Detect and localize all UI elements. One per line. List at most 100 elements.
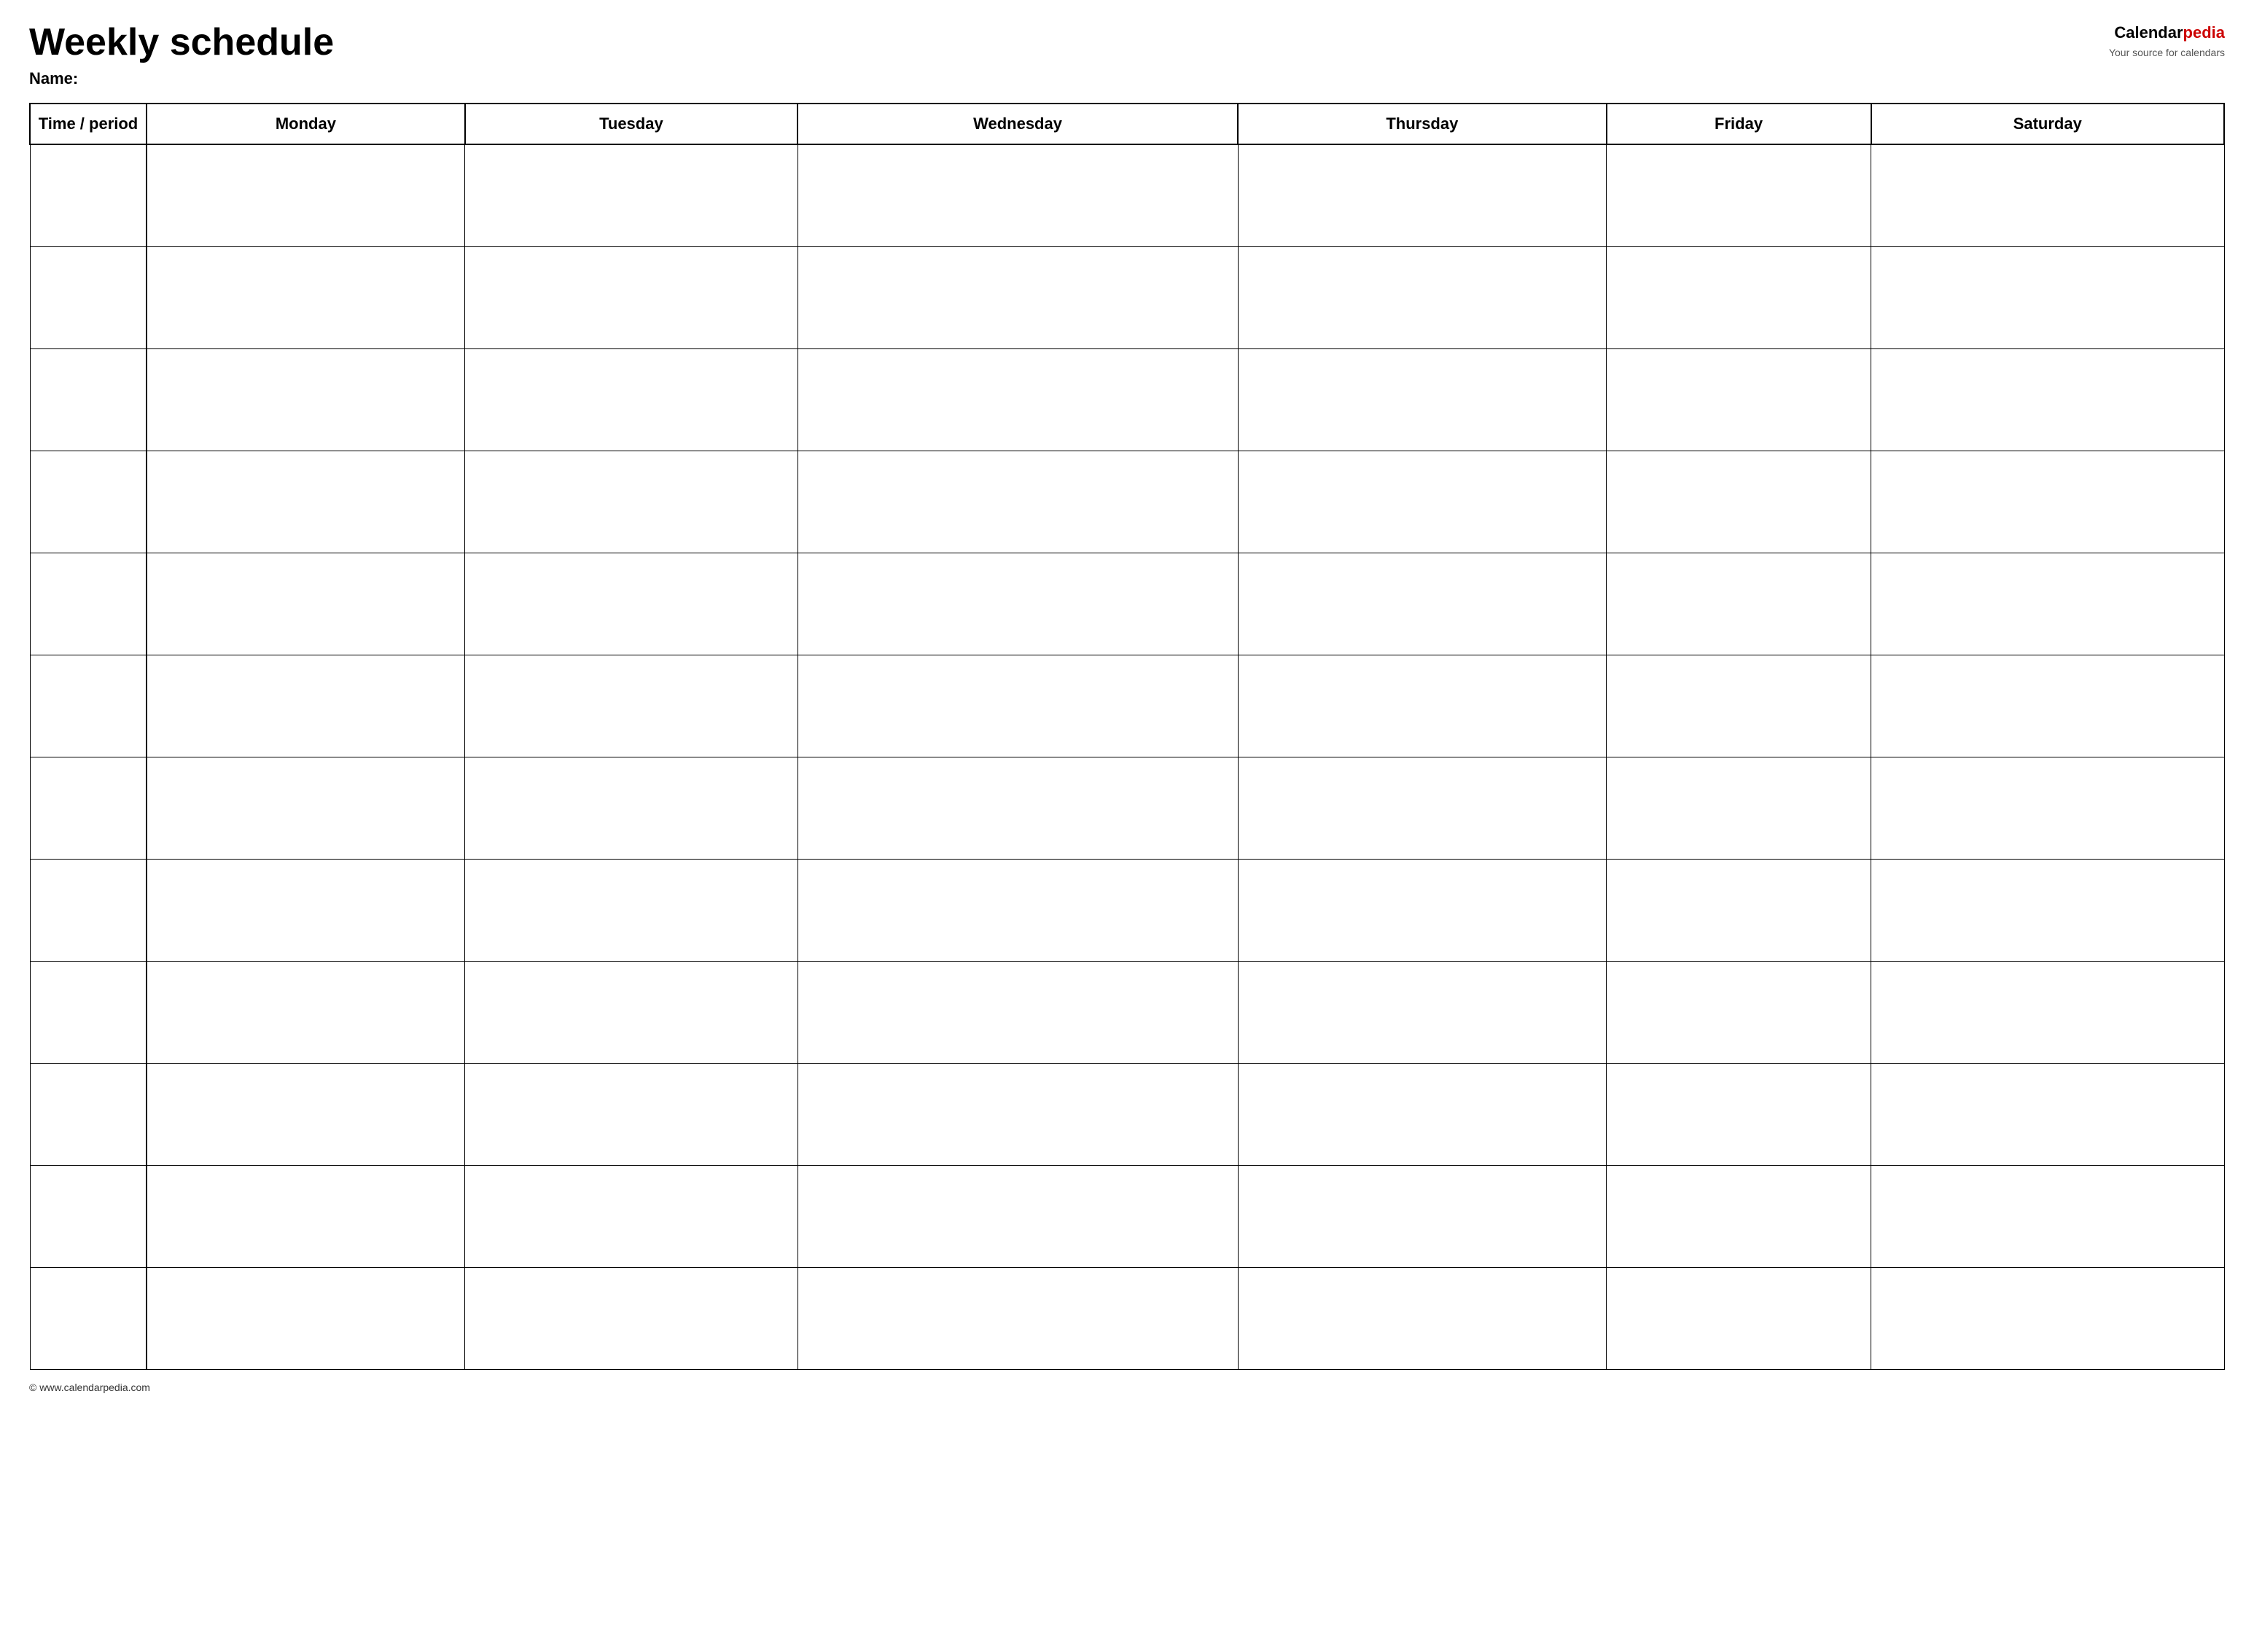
logo-pedia-text: pedia bbox=[2183, 23, 2225, 42]
cell-thursday-row10[interactable] bbox=[1238, 1063, 1606, 1165]
cell-thursday-row9[interactable] bbox=[1238, 961, 1606, 1063]
table-row bbox=[30, 451, 2224, 553]
cell-friday-row6[interactable] bbox=[1607, 655, 1871, 757]
cell-wednesday-row8[interactable] bbox=[798, 859, 1238, 961]
time-period-cell bbox=[30, 144, 147, 246]
cell-tuesday-row7[interactable] bbox=[465, 757, 798, 859]
cell-friday-row12[interactable] bbox=[1607, 1267, 1871, 1369]
cell-monday-row3[interactable] bbox=[147, 348, 465, 451]
cell-saturday-row10[interactable] bbox=[1871, 1063, 2224, 1165]
cell-friday-row1[interactable] bbox=[1607, 144, 1871, 246]
cell-tuesday-row2[interactable] bbox=[465, 246, 798, 348]
cell-saturday-row6[interactable] bbox=[1871, 655, 2224, 757]
cell-saturday-row12[interactable] bbox=[1871, 1267, 2224, 1369]
cell-monday-row7[interactable] bbox=[147, 757, 465, 859]
cell-tuesday-row9[interactable] bbox=[465, 961, 798, 1063]
table-row bbox=[30, 553, 2224, 655]
cell-tuesday-row3[interactable] bbox=[465, 348, 798, 451]
cell-tuesday-row1[interactable] bbox=[465, 144, 798, 246]
cell-thursday-row3[interactable] bbox=[1238, 348, 1606, 451]
cell-wednesday-row12[interactable] bbox=[798, 1267, 1238, 1369]
cell-thursday-row6[interactable] bbox=[1238, 655, 1606, 757]
cell-monday-row6[interactable] bbox=[147, 655, 465, 757]
cell-wednesday-row1[interactable] bbox=[798, 144, 1238, 246]
table-row bbox=[30, 961, 2224, 1063]
table-row bbox=[30, 859, 2224, 961]
header-area: Weekly schedule Name: Calendarpedia Your… bbox=[29, 22, 2225, 88]
cell-saturday-row3[interactable] bbox=[1871, 348, 2224, 451]
cell-friday-row7[interactable] bbox=[1607, 757, 1871, 859]
cell-friday-row3[interactable] bbox=[1607, 348, 1871, 451]
table-row bbox=[30, 348, 2224, 451]
cell-thursday-row2[interactable] bbox=[1238, 246, 1606, 348]
logo: Calendarpedia Your source for calendars bbox=[2109, 22, 2225, 60]
cell-monday-row1[interactable] bbox=[147, 144, 465, 246]
cell-monday-row2[interactable] bbox=[147, 246, 465, 348]
cell-monday-row9[interactable] bbox=[147, 961, 465, 1063]
col-header-saturday: Saturday bbox=[1871, 104, 2224, 144]
cell-friday-row5[interactable] bbox=[1607, 553, 1871, 655]
cell-wednesday-row11[interactable] bbox=[798, 1165, 1238, 1267]
cell-friday-row8[interactable] bbox=[1607, 859, 1871, 961]
cell-tuesday-row8[interactable] bbox=[465, 859, 798, 961]
cell-wednesday-row2[interactable] bbox=[798, 246, 1238, 348]
cell-thursday-row7[interactable] bbox=[1238, 757, 1606, 859]
cell-tuesday-row4[interactable] bbox=[465, 451, 798, 553]
cell-friday-row4[interactable] bbox=[1607, 451, 1871, 553]
cell-friday-row2[interactable] bbox=[1607, 246, 1871, 348]
cell-saturday-row7[interactable] bbox=[1871, 757, 2224, 859]
cell-saturday-row2[interactable] bbox=[1871, 246, 2224, 348]
cell-tuesday-row6[interactable] bbox=[465, 655, 798, 757]
cell-wednesday-row7[interactable] bbox=[798, 757, 1238, 859]
time-period-cell bbox=[30, 859, 147, 961]
col-header-time: Time / period bbox=[30, 104, 147, 144]
table-row bbox=[30, 1267, 2224, 1369]
cell-thursday-row8[interactable] bbox=[1238, 859, 1606, 961]
cell-friday-row11[interactable] bbox=[1607, 1165, 1871, 1267]
cell-saturday-row4[interactable] bbox=[1871, 451, 2224, 553]
title-section: Weekly schedule Name: bbox=[29, 22, 2109, 88]
cell-monday-row12[interactable] bbox=[147, 1267, 465, 1369]
cell-wednesday-row5[interactable] bbox=[798, 553, 1238, 655]
cell-friday-row9[interactable] bbox=[1607, 961, 1871, 1063]
cell-monday-row11[interactable] bbox=[147, 1165, 465, 1267]
cell-thursday-row11[interactable] bbox=[1238, 1165, 1606, 1267]
cell-thursday-row5[interactable] bbox=[1238, 553, 1606, 655]
cell-saturday-row11[interactable] bbox=[1871, 1165, 2224, 1267]
cell-monday-row10[interactable] bbox=[147, 1063, 465, 1165]
cell-tuesday-row5[interactable] bbox=[465, 553, 798, 655]
cell-wednesday-row10[interactable] bbox=[798, 1063, 1238, 1165]
col-header-wednesday: Wednesday bbox=[798, 104, 1238, 144]
schedule-body bbox=[30, 144, 2224, 1369]
cell-tuesday-row10[interactable] bbox=[465, 1063, 798, 1165]
cell-tuesday-row12[interactable] bbox=[465, 1267, 798, 1369]
cell-wednesday-row4[interactable] bbox=[798, 451, 1238, 553]
cell-thursday-row12[interactable] bbox=[1238, 1267, 1606, 1369]
time-period-cell bbox=[30, 553, 147, 655]
cell-thursday-row4[interactable] bbox=[1238, 451, 1606, 553]
cell-friday-row10[interactable] bbox=[1607, 1063, 1871, 1165]
cell-monday-row5[interactable] bbox=[147, 553, 465, 655]
logo-tagline: Your source for calendars bbox=[2109, 46, 2225, 61]
schedule-table: Time / period Monday Tuesday Wednesday T… bbox=[29, 103, 2225, 1370]
time-period-cell bbox=[30, 348, 147, 451]
time-period-cell bbox=[30, 757, 147, 859]
cell-wednesday-row6[interactable] bbox=[798, 655, 1238, 757]
cell-saturday-row5[interactable] bbox=[1871, 553, 2224, 655]
cell-saturday-row8[interactable] bbox=[1871, 859, 2224, 961]
cell-monday-row4[interactable] bbox=[147, 451, 465, 553]
cell-tuesday-row11[interactable] bbox=[465, 1165, 798, 1267]
logo-calendar-text: Calendar bbox=[2114, 23, 2183, 42]
table-row bbox=[30, 757, 2224, 859]
cell-wednesday-row9[interactable] bbox=[798, 961, 1238, 1063]
table-header-row: Time / period Monday Tuesday Wednesday T… bbox=[30, 104, 2224, 144]
col-header-thursday: Thursday bbox=[1238, 104, 1606, 144]
cell-thursday-row1[interactable] bbox=[1238, 144, 1606, 246]
table-row bbox=[30, 144, 2224, 246]
cell-saturday-row9[interactable] bbox=[1871, 961, 2224, 1063]
table-row bbox=[30, 1165, 2224, 1267]
cell-saturday-row1[interactable] bbox=[1871, 144, 2224, 246]
time-period-cell bbox=[30, 451, 147, 553]
cell-wednesday-row3[interactable] bbox=[798, 348, 1238, 451]
cell-monday-row8[interactable] bbox=[147, 859, 465, 961]
